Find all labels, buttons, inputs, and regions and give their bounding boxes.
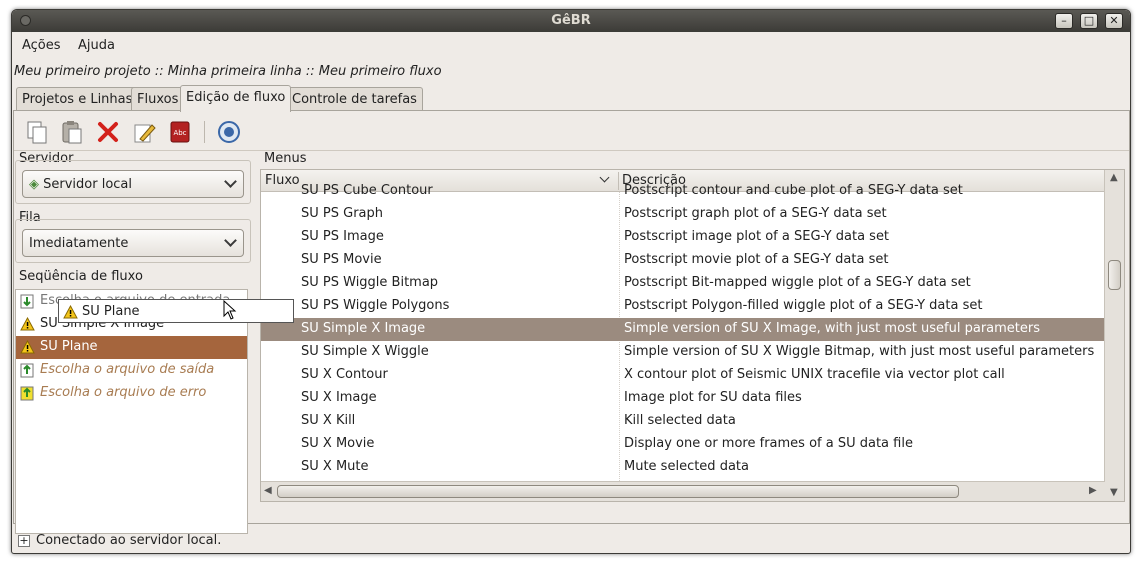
window-title: GêBR	[551, 13, 591, 28]
row-descricao: Postscript movie plot of a SEG-Y data se…	[624, 252, 889, 267]
row-fluxo: SU X Kill	[301, 413, 356, 428]
tab-edicao-de-fluxo[interactable]: Edição de fluxo	[180, 85, 292, 112]
table-row[interactable]: SU PS Graph Postscript graph plot of a SE…	[261, 203, 1104, 226]
fila-combo[interactable]: Imediatamente	[22, 229, 244, 257]
warning-icon	[20, 340, 35, 354]
row-descricao: Kill selected data	[624, 413, 736, 428]
status-bar: + Conectado ao servidor local.	[12, 528, 1130, 553]
delete-icon[interactable]	[95, 119, 121, 145]
warning-icon	[63, 305, 78, 319]
title-bar: GêBR – □ ✕	[12, 10, 1130, 32]
warning-icon	[20, 317, 35, 331]
scroll-left-icon[interactable]: ◀	[264, 485, 272, 496]
maximize-button[interactable]: □	[1080, 13, 1098, 29]
row-descricao: Postscript Polygon-filled wiggle plot of…	[624, 298, 983, 313]
row-descricao: Postscript graph plot of a SEG-Y data se…	[624, 206, 887, 221]
status-text: Conectado ao servidor local.	[36, 533, 222, 548]
table-row[interactable]: SU PS Image Postscript image plot of a SE…	[261, 226, 1104, 249]
svg-text:Abc: Abc	[173, 129, 186, 137]
chevron-down-icon	[224, 175, 237, 188]
row-fluxo: SU PS Wiggle Polygons	[301, 298, 450, 313]
horizontal-scroll-thumb[interactable]	[277, 485, 959, 498]
edit-icon[interactable]	[131, 119, 157, 145]
tab-projetos-e-linhas[interactable]: Projetos e Linhas	[16, 87, 139, 111]
table-row[interactable]: SU Simple X Wiggle Simple version of SU X…	[261, 341, 1104, 364]
tab-controle-de-tarefas[interactable]: Controle de tarefas	[286, 87, 423, 111]
menus-label: Menus	[264, 151, 307, 166]
tab-bar: Projetos e Linhas Fluxos Edição de fluxo…	[14, 85, 1124, 112]
scroll-up-icon[interactable]: ▲	[1110, 172, 1118, 183]
row-fluxo: SU PS Image	[301, 229, 384, 244]
menus-tree[interactable]: Fluxo Descrição SU PS Cube Contour Postsc…	[260, 169, 1125, 502]
dictionary-icon[interactable]: Abc	[167, 119, 193, 145]
drag-tooltip: SU Plane	[58, 299, 294, 323]
list-item[interactable]: SU Plane	[16, 336, 247, 359]
close-button[interactable]: ✕	[1105, 13, 1123, 29]
breadcrumb: Meu primeiro projeto :: Minha primeira l…	[14, 64, 442, 79]
row-descricao: Postscript Bit-mapped wiggle plot of a S…	[624, 275, 971, 290]
app-window: GêBR – □ ✕ Ações Ajuda Meu primeiro proj…	[11, 9, 1131, 554]
vertical-scrollbar[interactable]: ▲ ▼	[1104, 170, 1124, 501]
row-fluxo: SU Simple X Image	[301, 321, 426, 336]
table-row[interactable]: SU X Mute Mute selected data	[261, 456, 1104, 479]
server-icon: ◈	[29, 177, 39, 192]
row-descricao: X contour plot of Seismic UNIX tracefile…	[624, 367, 1005, 382]
servidor-combo[interactable]: ◈ Servidor local	[22, 170, 244, 198]
table-row[interactable]: SU PS Movie Postscript movie plot of a SE…	[261, 249, 1104, 272]
scroll-right-icon[interactable]: ▶	[1089, 485, 1097, 496]
menu-acoes[interactable]: Ações	[22, 38, 61, 53]
row-descricao: Postscript contour and cube plot of a SE…	[624, 183, 963, 198]
error-file-icon	[20, 386, 34, 401]
horizontal-scrollbar[interactable]: ◀ ▶	[261, 481, 1105, 501]
table-row[interactable]: SU Simple X Image Simple version of SU X …	[261, 318, 1104, 341]
table-row[interactable]: SU X Contour X contour plot of Seismic UN…	[261, 364, 1104, 387]
menu-bar: Ações Ajuda	[12, 32, 1130, 58]
fila-value: Imediatamente	[29, 236, 129, 251]
row-fluxo: SU PS Wiggle Bitmap	[301, 275, 439, 290]
row-descricao: Postscript image plot of a SEG-Y data se…	[624, 229, 890, 244]
row-descricao: Display one or more frames of a SU data …	[624, 436, 913, 451]
paste-icon[interactable]	[59, 119, 85, 145]
expand-icon[interactable]: +	[18, 535, 30, 547]
tab-fluxos[interactable]: Fluxos	[131, 87, 185, 111]
table-row[interactable]: SU PS Cube Contour Postscript contour and…	[261, 180, 1104, 203]
row-fluxo: SU X Mute	[301, 459, 369, 474]
row-fluxo: SU X Movie	[301, 436, 375, 451]
toolbar-separator	[204, 121, 205, 143]
row-descricao: Simple version of SU X Image, with just …	[624, 321, 1041, 336]
table-row[interactable]: SU X Image Image plot for SU data files	[261, 387, 1104, 410]
list-item[interactable]: Escolha o arquivo de erro	[16, 382, 247, 405]
menu-ajuda[interactable]: Ajuda	[78, 38, 115, 53]
row-descricao: Image plot for SU data files	[624, 390, 802, 405]
output-file-icon	[20, 363, 34, 378]
row-fluxo: SU PS Movie	[301, 252, 382, 267]
table-row[interactable]: SU PS Wiggle Bitmap Postscript Bit-mapped…	[261, 272, 1104, 295]
row-fluxo: SU Simple X Wiggle	[301, 344, 429, 359]
servidor-value: Servidor local	[43, 177, 133, 192]
scroll-down-icon[interactable]: ▼	[1110, 487, 1118, 498]
list-item[interactable]: Escolha o arquivo de saída	[16, 359, 247, 382]
input-file-icon	[20, 294, 34, 309]
vertical-scroll-thumb[interactable]	[1108, 260, 1121, 290]
minimize-button[interactable]: –	[1055, 13, 1073, 29]
help-icon[interactable]	[216, 119, 242, 145]
row-fluxo: SU X Image	[301, 390, 377, 405]
flow-sequence-list[interactable]: Escolha o arquivo de entrada SU Simple X…	[15, 289, 248, 534]
row-descricao: Simple version of SU X Wiggle Bitmap, wi…	[624, 344, 1095, 359]
table-row[interactable]: SU PS Wiggle Polygons Postscript Polygon-…	[261, 295, 1104, 318]
chevron-down-icon	[224, 234, 237, 247]
mouse-cursor-icon	[223, 300, 237, 320]
row-fluxo: SU PS Cube Contour	[301, 183, 433, 198]
table-row[interactable]: SU X Movie Display one or more frames of …	[261, 433, 1104, 456]
toolbar: Abc	[14, 111, 1129, 151]
row-fluxo: SU X Contour	[301, 367, 388, 382]
table-row[interactable]: SU X Kill Kill selected data	[261, 410, 1104, 433]
row-descricao: Mute selected data	[624, 459, 749, 474]
sequencia-label: Seqüência de fluxo	[19, 269, 143, 284]
copy-icon[interactable]	[24, 119, 50, 145]
row-fluxo: SU PS Graph	[301, 206, 383, 221]
